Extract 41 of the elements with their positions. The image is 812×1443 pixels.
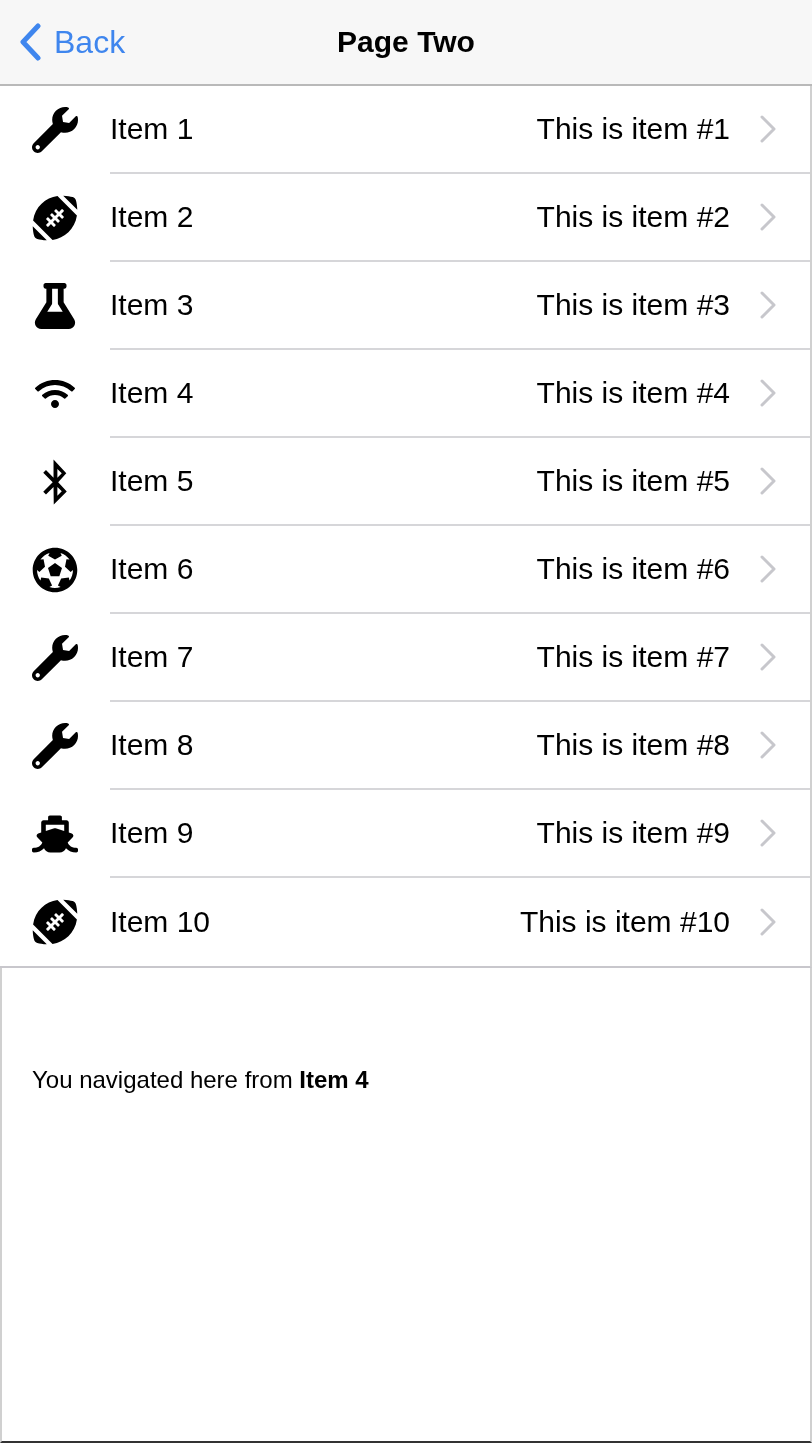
- chevron-right-icon: [760, 908, 776, 936]
- page-title: Page Two: [337, 25, 475, 59]
- chevron-left-icon: [18, 23, 42, 61]
- item-detail: This is item #6: [536, 552, 730, 586]
- item-title: Item 7: [110, 640, 194, 674]
- item-title: Item 1: [110, 112, 194, 146]
- item-title: Item 2: [110, 200, 194, 234]
- flask-icon: [33, 283, 77, 329]
- chevron-right-icon: [760, 643, 776, 671]
- chevron-right-icon: [760, 115, 776, 143]
- item-detail: This is item #8: [536, 728, 730, 762]
- wrench-icon: [32, 107, 78, 153]
- item-title: Item 6: [110, 552, 194, 586]
- item-title: Item 4: [110, 376, 194, 410]
- item-detail: This is item #3: [536, 288, 730, 322]
- chevron-right-icon: [760, 731, 776, 759]
- item-title: Item 9: [110, 816, 194, 850]
- chevron-right-icon: [760, 203, 776, 231]
- item-detail: This is item #5: [536, 464, 730, 498]
- item-detail: This is item #4: [536, 376, 730, 410]
- wrench-icon: [32, 723, 78, 769]
- chevron-right-icon: [760, 819, 776, 847]
- navigation-message: You navigated here from Item 4: [32, 1066, 369, 1094]
- item-title: Item 8: [110, 728, 194, 762]
- football-icon: [32, 195, 78, 241]
- item-detail: This is item #7: [536, 640, 730, 674]
- football-icon: [32, 899, 78, 945]
- item-title: Item 3: [110, 288, 194, 322]
- item-detail: This is item #2: [536, 200, 730, 234]
- item-detail: This is item #10: [519, 905, 730, 939]
- item-detail: This is item #9: [536, 816, 730, 850]
- wifi-icon: [35, 378, 75, 410]
- bluetooth-icon: [41, 459, 69, 505]
- wrench-icon: [32, 635, 78, 681]
- chevron-right-icon: [760, 555, 776, 583]
- chevron-right-icon: [760, 467, 776, 495]
- item-title: Item 5: [110, 464, 194, 498]
- item-title: Item 10: [110, 905, 211, 939]
- chevron-right-icon: [760, 291, 776, 319]
- chevron-right-icon: [760, 379, 776, 407]
- item-detail: This is item #1: [536, 112, 730, 146]
